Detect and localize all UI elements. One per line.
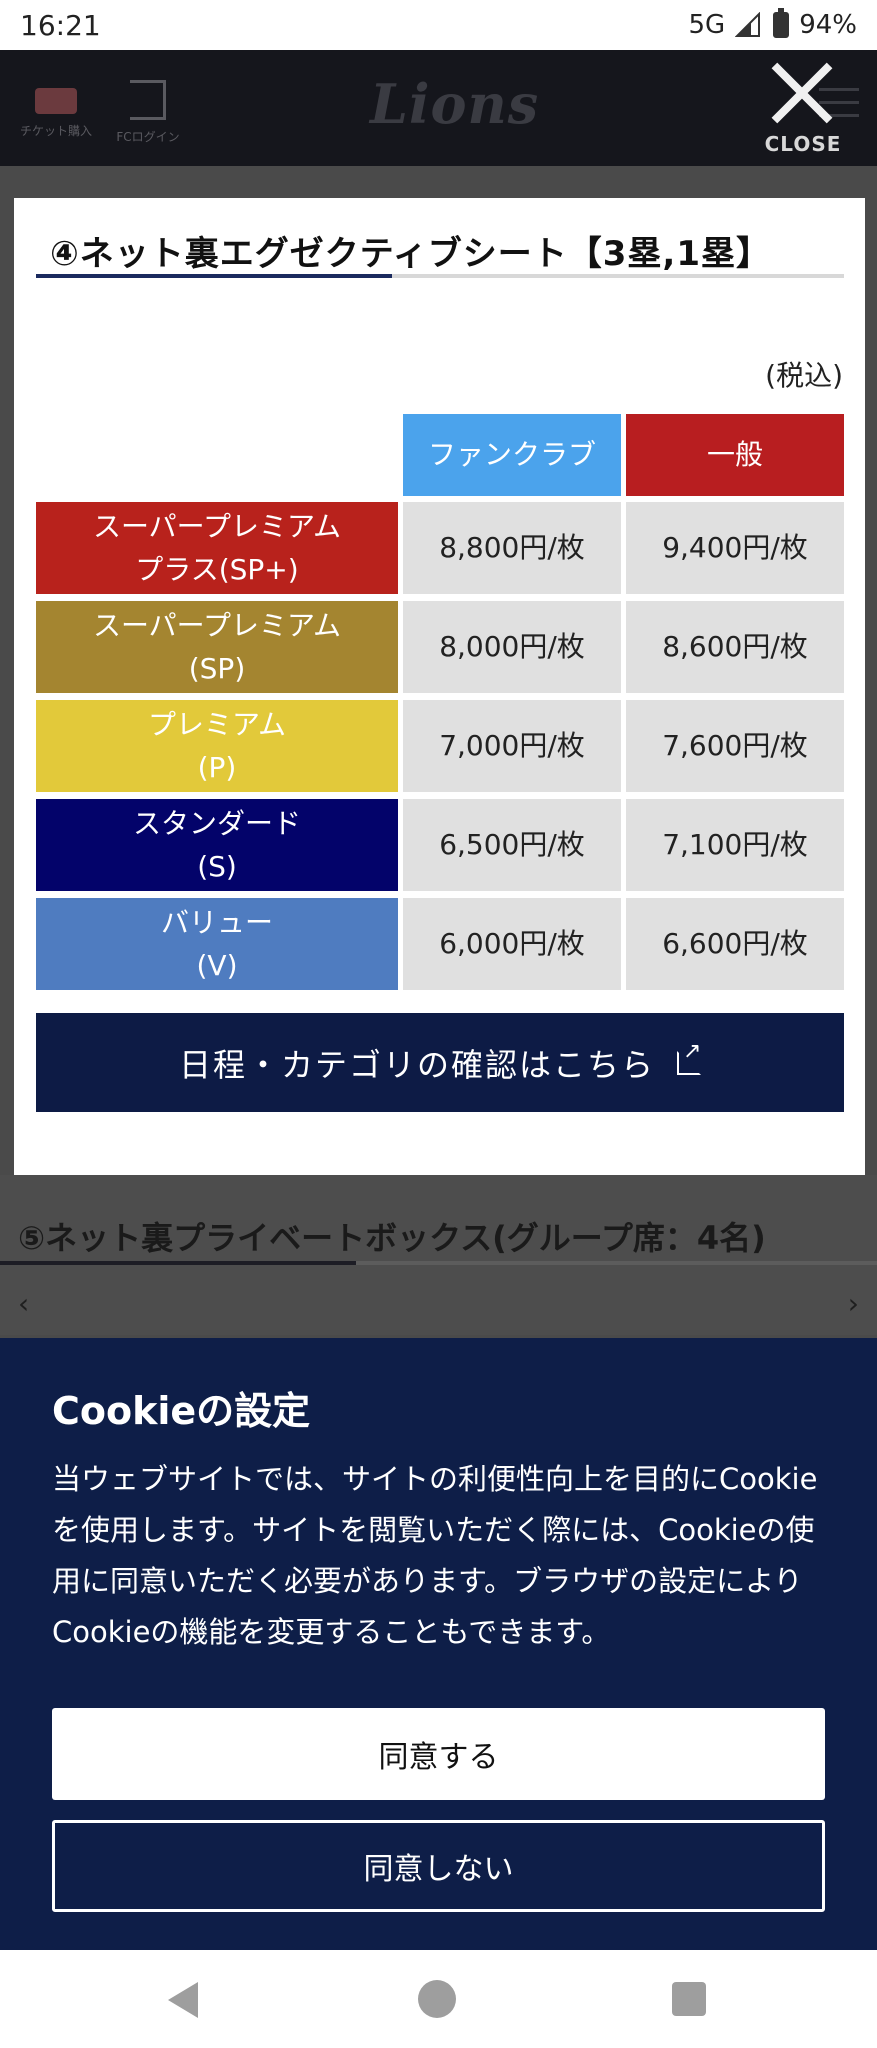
price-general-p: 7,600円/枚	[626, 700, 844, 792]
lions-logo[interactable]: Lions	[370, 72, 539, 136]
close-button[interactable]: CLOSE	[748, 58, 858, 168]
carousel-prev-icon[interactable]: ‹	[18, 1287, 29, 1320]
price-fanclub-p: 7,000円/枚	[403, 700, 621, 792]
category-name: スタンダード	[132, 806, 301, 840]
category-code: (V)	[196, 949, 238, 982]
price-general-sp: 8,600円/枚	[626, 601, 844, 693]
app-header: チケット購入 FCログイン Lions CLOSE	[0, 50, 877, 166]
close-label: CLOSE	[764, 132, 842, 156]
next-section-underline	[0, 1261, 877, 1265]
status-icons: 5G 94%	[688, 8, 857, 40]
status-time: 16:21	[20, 8, 101, 42]
battery-level: 94%	[799, 10, 857, 40]
fc-login-label: FCログイン	[116, 130, 180, 144]
category-code: (SP)	[188, 652, 246, 685]
schedule-button[interactable]: 日程・カテゴリの確認はこちら	[36, 1013, 844, 1112]
cookie-title: Cookieの設定	[52, 1389, 311, 1433]
price-general-sp-plus: 9,400円/枚	[626, 502, 844, 594]
cookie-line: 当ウェブサイトでは、サイトの利便性向上を目的にCookie	[52, 1462, 818, 1496]
next-section: ⑤ネット裏プライベートボックス(グループ席：4名) ‹ ›	[0, 1175, 877, 1335]
recents-icon[interactable]	[672, 1982, 706, 2016]
cookie-message: 当ウェブサイトでは、サイトの利便性向上を目的にCookie を使用します。サイト…	[52, 1454, 832, 1658]
ticket-icon	[35, 88, 77, 114]
next-section-title: ⑤ネット裏プライベートボックス(グループ席：4名)	[18, 1219, 766, 1257]
category-name: プレミアム	[147, 707, 287, 741]
category-name: スーパープレミアム	[92, 509, 342, 543]
external-link-icon	[677, 1039, 703, 1075]
category-name: スーパープレミアム	[92, 608, 342, 642]
status-bar: 16:21 5G 94%	[0, 0, 877, 50]
network-type: 5G	[688, 10, 726, 40]
cookie-line: を使用します。サイトを閲覧いただく際には、Cookieの使	[52, 1513, 815, 1547]
price-modal: ④ネット裏エグゼクティブシート【3塁,1塁】 (税込) ファンクラブ 一般 スー…	[14, 198, 865, 1175]
title-underline	[36, 274, 844, 278]
signal-icon	[735, 12, 761, 37]
category-p: プレミアム (P)	[36, 700, 398, 792]
tax-note: (税込)	[765, 359, 843, 392]
login-icon	[130, 80, 166, 120]
column-header-fanclub: ファンクラブ	[403, 414, 621, 496]
carousel-next-icon[interactable]: ›	[848, 1287, 859, 1320]
schedule-button-label: 日程・カテゴリの確認はこちら	[178, 1045, 655, 1084]
modal-title: ④ネット裏エグゼクティブシート【3塁,1塁】	[50, 234, 771, 274]
category-sp: スーパープレミアム (SP)	[36, 601, 398, 693]
agree-button[interactable]: 同意する	[52, 1708, 825, 1800]
battery-icon	[773, 8, 790, 38]
price-fanclub-sp: 8,000円/枚	[403, 601, 621, 693]
close-icon	[768, 58, 838, 128]
cookie-line: Cookieの機能を変更することもできます。	[52, 1615, 611, 1649]
fc-login-link[interactable]: FCログイン	[110, 80, 186, 145]
home-icon[interactable]	[418, 1980, 456, 2018]
system-nav-bar	[0, 1950, 877, 2048]
back-icon[interactable]	[168, 1982, 198, 2018]
price-general-v: 6,600円/枚	[626, 898, 844, 990]
cookie-banner: Cookieの設定 当ウェブサイトでは、サイトの利便性向上を目的にCookie …	[0, 1338, 877, 1950]
category-sp-plus: スーパープレミアム プラス(SP+)	[36, 502, 398, 594]
category-s: スタンダード (S)	[36, 799, 398, 891]
price-fanclub-s: 6,500円/枚	[403, 799, 621, 891]
price-general-s: 7,100円/枚	[626, 799, 844, 891]
category-v: バリュー (V)	[36, 898, 398, 990]
category-code: (S)	[197, 850, 237, 883]
column-header-general: 一般	[626, 414, 844, 496]
category-code: プラス(SP+)	[135, 553, 299, 586]
price-fanclub-v: 6,000円/枚	[403, 898, 621, 990]
category-code: (P)	[197, 751, 237, 784]
cookie-line: 用に同意いただく必要があります。ブラウザの設定により	[52, 1564, 803, 1598]
disagree-button[interactable]: 同意しない	[52, 1820, 825, 1912]
ticket-label: チケット購入	[19, 124, 92, 138]
ticket-purchase-link[interactable]: チケット購入	[18, 88, 94, 139]
price-fanclub-sp-plus: 8,800円/枚	[403, 502, 621, 594]
category-name: バリュー	[160, 905, 273, 939]
